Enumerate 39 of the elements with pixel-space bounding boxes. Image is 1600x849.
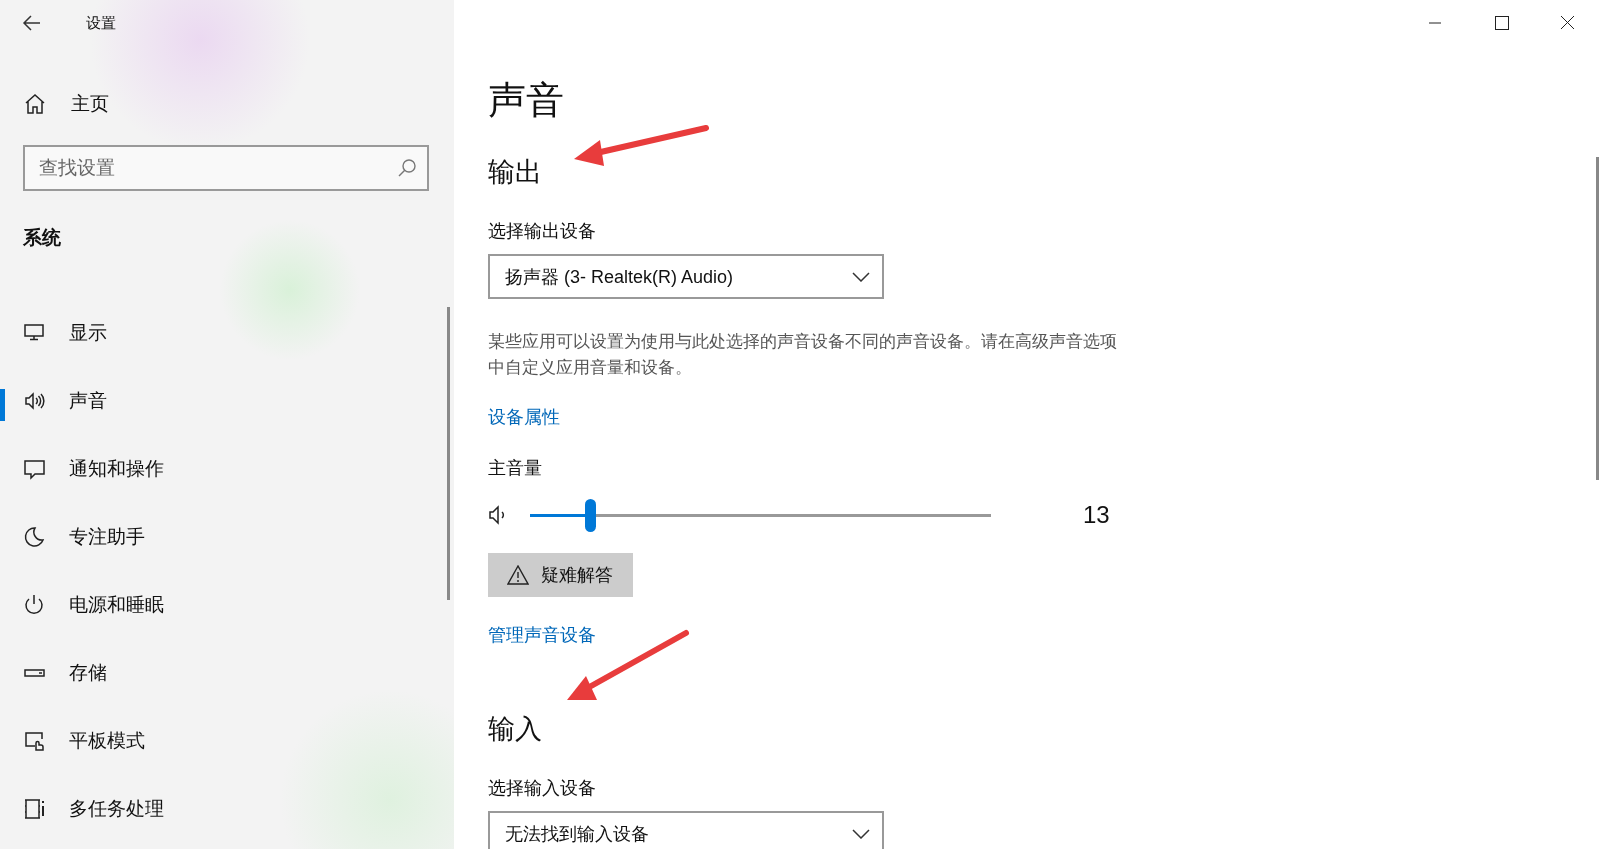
section-heading: 输入 [488, 713, 542, 746]
chevron-icon [852, 828, 870, 839]
warning-icon [507, 565, 529, 585]
section-heading: 系统 [23, 226, 61, 250]
sidebar-item[interactable]: 平板模式 [0, 707, 454, 775]
output-device-dropdown[interactable]: 扬声器 (3- Realtek(R) Audio) [488, 254, 884, 299]
sidebar-item[interactable]: 存储 [0, 639, 454, 707]
input-device-dropdown[interactable]: 无法找到输入设备 [488, 811, 884, 849]
search-field[interactable]: 查找设置 [23, 145, 429, 191]
window-title: 设置 [86, 13, 116, 33]
field-label: 选择输出设备 [488, 220, 596, 243]
home-link[interactable]: 主页 [23, 91, 109, 117]
slider-thumb[interactable] [584, 498, 596, 532]
page-title: 声音 [488, 78, 564, 123]
section-heading: 输出 [488, 156, 542, 189]
notify-icon [23, 457, 47, 481]
description-text: 某些应用可以设置为使用与此处选择的声音设备不同的声音设备。请在高级声音选项中自定义应用音量和设备。 [488, 331, 1118, 379]
search-icon [397, 158, 417, 178]
sidebar-item[interactable]: 声音 [0, 367, 454, 435]
field-label: 主音量 [488, 457, 542, 480]
manage-devices-link[interactable]: 管理声音设备 [488, 623, 596, 647]
sidebar-item[interactable]: 专注助手 [0, 503, 454, 571]
chevron-icon [852, 271, 870, 282]
sound-icon [23, 389, 47, 413]
home-icon [23, 92, 47, 116]
sidebar-item[interactable]: 电源和睡眠 [0, 571, 454, 639]
sidebar-item[interactable]: 通知和操作 [0, 435, 454, 503]
sidebar-item[interactable]: 显示 [0, 299, 454, 367]
scrollbar[interactable] [1596, 157, 1599, 480]
troubleshoot-button[interactable]: 疑难解答 [488, 553, 633, 597]
sidebar-item[interactable]: 多任务处理 [0, 775, 454, 843]
moon-icon [23, 525, 47, 549]
field-label: 选择输入设备 [488, 777, 596, 800]
device-properties-link[interactable]: 设备属性 [488, 405, 560, 429]
scrollbar[interactable] [447, 307, 450, 600]
tablet-icon [23, 729, 47, 753]
multitask-icon [23, 797, 47, 821]
back-icon[interactable] [22, 13, 42, 33]
volume-value: 13 [1083, 501, 1110, 529]
